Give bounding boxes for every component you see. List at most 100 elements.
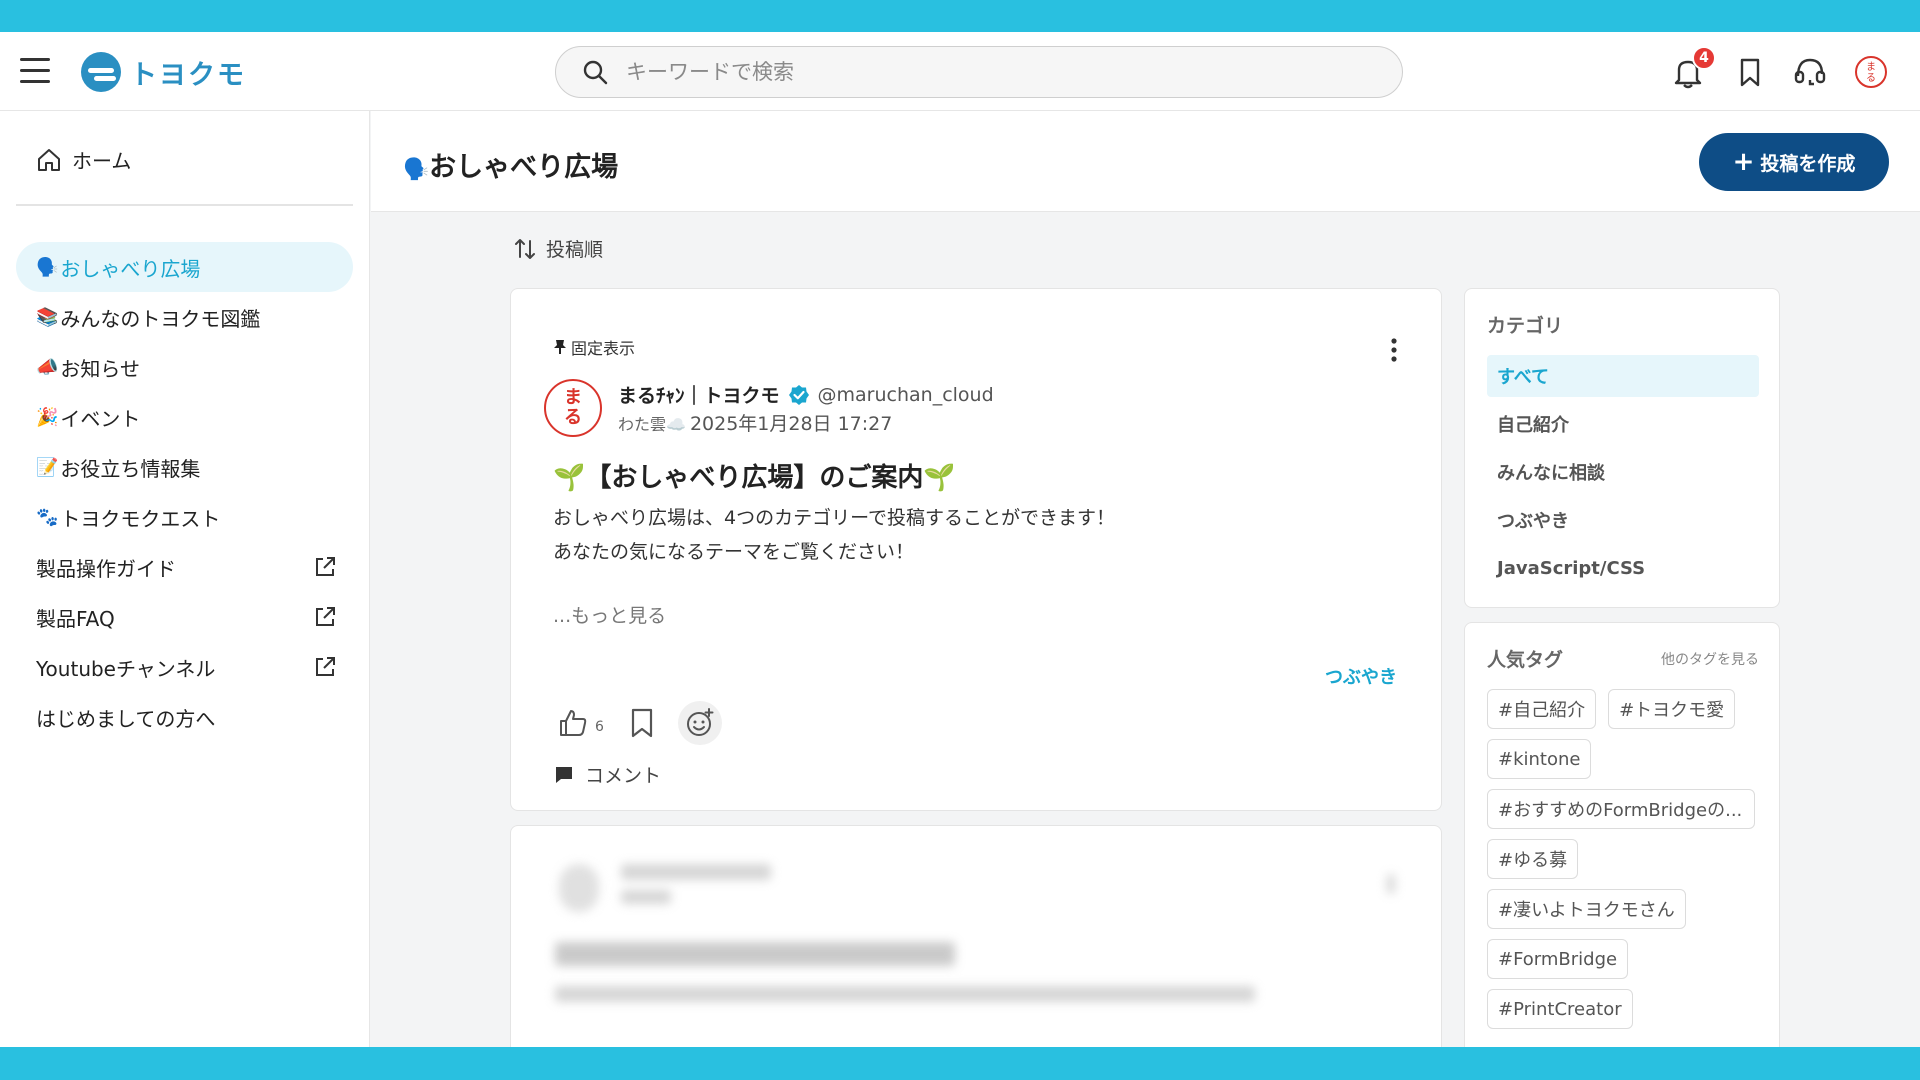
pinned-label: 固定表示: [553, 335, 635, 359]
sidebar-item-news[interactable]: 📣 お知らせ: [16, 342, 353, 392]
like-button[interactable]: 6: [557, 707, 604, 739]
sidebar-link-label: 製品操作ガイド: [36, 556, 176, 581]
smiley-plus-icon: [686, 708, 714, 736]
post-body-line: あなたの気になるテーマをご覧ください！: [553, 541, 915, 563]
category-item-all[interactable]: すべて: [1487, 355, 1759, 397]
sidebar-item-label: お役立ち情報集: [60, 456, 201, 481]
tag-chip[interactable]: #kintone: [1487, 739, 1592, 779]
post-card-blurred[interactable]: [510, 825, 1442, 1065]
header: トヨクモ 4 ま る: [0, 32, 1920, 111]
notification-badge: 4: [1692, 46, 1716, 70]
home-icon: [38, 148, 60, 171]
sidebar-item-oshaberi[interactable]: 🗣️ おしゃべり広場: [16, 242, 353, 292]
create-post-button[interactable]: + 投稿を作成: [1699, 133, 1889, 191]
sidebar-item-zukan[interactable]: 📚 みんなのトヨクモ図鑑: [16, 292, 353, 342]
add-reaction-button[interactable]: [677, 701, 722, 745]
external-link-icon: [316, 657, 335, 676]
megaphone-emoji-icon: 📣: [36, 356, 59, 378]
sidebar-item-home[interactable]: ホーム: [36, 145, 131, 174]
comment-button[interactable]: コメント: [555, 761, 661, 788]
pin-icon: [554, 340, 566, 354]
category-panel-title: カテゴリ: [1487, 315, 1564, 337]
page-title: 🗣️おしゃべり広場: [403, 145, 618, 184]
like-count: 6: [595, 719, 604, 735]
blurred-avatar: [559, 864, 599, 912]
avatar-text: る: [564, 407, 582, 428]
tag-chip[interactable]: #PrintCreator: [1487, 989, 1633, 1029]
category-item-intro[interactable]: 自己紹介: [1487, 403, 1759, 445]
sidebar: ホーム 🗣️ おしゃべり広場 📚 みんなのトヨクモ図鑑 📣 お知らせ 🎉 イベン…: [0, 111, 370, 1047]
tag-chip[interactable]: #トヨクモ愛: [1608, 689, 1736, 729]
author-name[interactable]: まるﾁｬﾝ｜トヨクモ: [618, 381, 780, 408]
sidebar-item-tips[interactable]: 📝 お役立ち情報集: [16, 442, 353, 492]
blurred-line: [555, 986, 1255, 1002]
search-bar[interactable]: [555, 46, 1403, 98]
search-icon: [583, 60, 608, 85]
speech-emoji-icon: 🗣️: [36, 256, 59, 278]
sort-toggle[interactable]: 投稿順: [514, 235, 603, 262]
bottom-band: [0, 1047, 1920, 1080]
blurred-line: [1387, 874, 1395, 894]
comment-icon: [556, 766, 572, 783]
tag-chip[interactable]: #ゆる募: [1487, 839, 1579, 879]
more-options-icon[interactable]: [1389, 337, 1399, 363]
comment-label: コメント: [585, 765, 662, 787]
sidebar-item-label: おしゃべり広場: [60, 256, 201, 281]
sidebar-item-quest[interactable]: 🐾 トヨクモクエスト: [16, 492, 353, 542]
sidebar-item-label: お知らせ: [60, 356, 141, 381]
post-card[interactable]: 固定表示 ま る まるﾁｬﾝ｜トヨクモ @maruchan_cloud わた雲☁…: [510, 288, 1442, 811]
sidebar-link-youtube[interactable]: Youtubeチャンネル: [16, 642, 353, 692]
user-avatar-icon[interactable]: ま る: [1853, 54, 1889, 90]
memo-emoji-icon: 📝: [36, 456, 59, 478]
post-category-link[interactable]: つぶやき: [1325, 663, 1397, 689]
avatar-text: ま: [564, 387, 582, 408]
sort-icon: [515, 238, 535, 259]
read-more-link[interactable]: ...もっと見る: [553, 601, 666, 628]
post-actions: 6: [557, 701, 722, 745]
category-list: すべて 自己紹介 みんなに相談 つぶやき JavaScript/CSS: [1487, 355, 1759, 595]
svg-text:ま: ま: [1866, 61, 1876, 73]
post-title[interactable]: 🌱【おしゃべり広場】のご案内🌱: [553, 457, 956, 494]
tag-chip[interactable]: #FormBridge: [1487, 939, 1629, 979]
tags-panel-title: 人気タグ: [1487, 649, 1564, 671]
category-item-consult[interactable]: みんなに相談: [1487, 451, 1759, 493]
author-avatar[interactable]: ま る: [544, 379, 602, 437]
sidebar-link-label: 製品FAQ: [36, 606, 115, 631]
bookmark-icon[interactable]: [628, 707, 656, 739]
books-emoji-icon: 📚: [36, 306, 59, 328]
svg-text:る: る: [1866, 72, 1876, 84]
category-item-jscss[interactable]: JavaScript/CSS: [1487, 547, 1759, 589]
more-tags-link[interactable]: 他のタグを見る: [1661, 649, 1759, 669]
thumbs-up-icon: [560, 710, 587, 736]
top-band: [0, 0, 1920, 32]
tag-chip[interactable]: #おすすめのFormBridgeの...: [1487, 789, 1755, 829]
blurred-line: [621, 890, 671, 904]
bookmark-icon[interactable]: [1732, 54, 1768, 90]
tag-list: #自己紹介 #トヨクモ愛 #kintone #おすすめのFormBridgeの.…: [1487, 689, 1767, 1039]
paw-emoji-icon: 🐾: [36, 506, 59, 528]
sidebar-link-label: はじめましての方へ: [36, 706, 216, 731]
post-date: 2025年1月28日 17:27: [689, 413, 893, 435]
sidebar-link-faq[interactable]: 製品FAQ: [16, 592, 353, 642]
tag-chip[interactable]: #凄いよトヨクモさん: [1487, 889, 1686, 929]
search-input[interactable]: [626, 60, 1346, 84]
blurred-line: [555, 942, 955, 966]
sidebar-divider: [16, 204, 353, 206]
pinned-text: 固定表示: [571, 339, 636, 358]
verified-badge-icon: [788, 384, 809, 405]
sort-label: 投稿順: [546, 239, 604, 261]
sidebar-link-beginners[interactable]: はじめましての方へ: [16, 692, 353, 742]
category-panel: カテゴリ すべて 自己紹介 みんなに相談 つぶやき JavaScript/CSS: [1464, 288, 1780, 608]
menu-icon[interactable]: [20, 58, 50, 84]
post-body: おしゃべり広場は、4つのカテゴリーで投稿することができます！ あなたの気になるテ…: [553, 501, 1115, 569]
tag-chip[interactable]: #自己紹介: [1487, 689, 1597, 729]
sidebar-item-label: みんなのトヨクモ図鑑: [60, 306, 261, 331]
author-line: まるﾁｬﾝ｜トヨクモ @maruchan_cloud: [618, 381, 994, 408]
logo[interactable]: トヨクモ: [80, 50, 246, 94]
category-item-tweet[interactable]: つぶやき: [1487, 499, 1759, 541]
sidebar-item-events[interactable]: 🎉 イベント: [16, 392, 353, 442]
author-rank: わた雲☁️: [618, 414, 686, 434]
sidebar-link-guide[interactable]: 製品操作ガイド: [16, 542, 353, 592]
sidebar-list: 🗣️ おしゃべり広場 📚 みんなのトヨクモ図鑑 📣 お知らせ 🎉 イベント 📝 …: [16, 242, 353, 742]
support-icon[interactable]: [1792, 54, 1828, 90]
